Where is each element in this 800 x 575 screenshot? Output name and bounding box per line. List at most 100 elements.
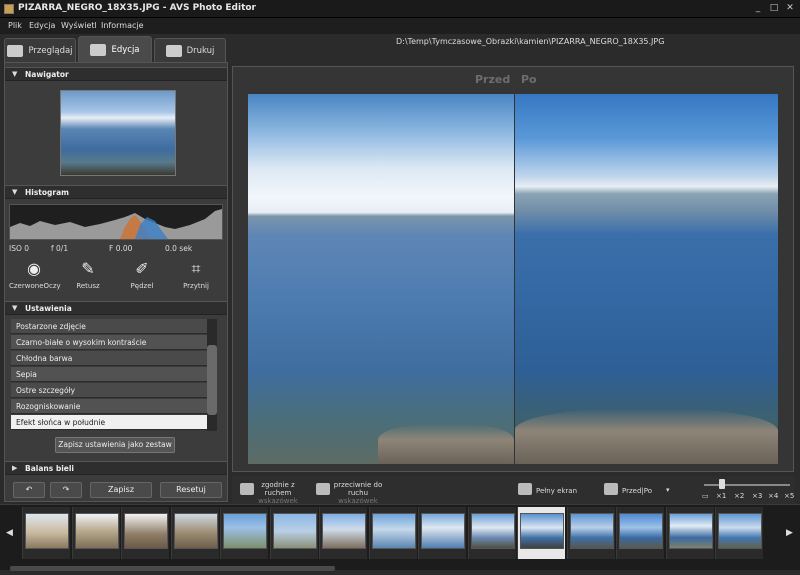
list-item[interactable]: Czarno-białe o wysokim kontraście	[11, 335, 207, 350]
histogram-graph	[9, 204, 223, 240]
rotate-cw-icon[interactable]	[240, 483, 254, 495]
tool-brush[interactable]: ✐ Pędzel	[117, 259, 167, 290]
redo-icon: ↷	[62, 485, 70, 494]
print-icon	[165, 44, 182, 57]
filmstrip-thumbnail[interactable]	[619, 513, 663, 549]
filmstrip-thumbnail[interactable]	[569, 513, 614, 549]
undo-button[interactable]: ↶	[13, 482, 45, 498]
navigator-title: Nawigator	[25, 70, 69, 79]
histogram-header[interactable]: ▼ Histogram	[5, 185, 227, 199]
settings-scrollbar-thumb[interactable]	[207, 345, 217, 415]
edit-icon	[90, 43, 107, 56]
mode-tabs: Przeglądaj Edycja Drukuj	[4, 36, 228, 62]
filmstrip-thumbnail[interactable]	[668, 513, 713, 549]
zoom-x3[interactable]: ×3	[752, 492, 762, 500]
minimize-button[interactable]: _	[752, 3, 764, 14]
f-value: F 0.00	[109, 244, 133, 253]
reset-button[interactable]: Resetuj	[160, 482, 222, 498]
rotate-ccw-icon[interactable]	[316, 483, 330, 495]
filmstrip-thumbnail[interactable]	[272, 513, 317, 549]
collapse-icon: ▼	[12, 188, 18, 196]
expand-icon: ▶	[12, 464, 18, 472]
navigator-header[interactable]: ▼ Nawigator	[5, 67, 227, 81]
tool-red-eye[interactable]: ◉ CzerwoneOczy	[9, 259, 61, 290]
list-item-selected[interactable]: Efekt słońca w południe	[11, 415, 207, 430]
filmstrip-thumbnail[interactable]	[520, 513, 564, 549]
navigator-thumbnail[interactable]	[60, 90, 176, 176]
rocks	[378, 424, 514, 464]
menu-informacje[interactable]: Informacje	[101, 21, 144, 30]
fullscreen-icon[interactable]	[518, 483, 532, 495]
rotate-ccw-button[interactable]: przeciwnie do ruchu wskazówek	[330, 481, 386, 505]
white-balance-title: Balans bieli	[25, 464, 74, 473]
filmstrip-thumbnail[interactable]	[25, 513, 69, 549]
chevron-down-icon[interactable]: ▾	[666, 486, 670, 494]
list-item[interactable]: Rozogniskowanie	[11, 399, 207, 414]
menu-bar: Plik Edycja Wyświetl Informacje	[0, 18, 800, 34]
list-item[interactable]: Chłodna barwa	[11, 351, 207, 366]
compare-icon[interactable]	[604, 483, 618, 495]
before-label: Przed	[475, 73, 511, 86]
filmstrip-thumbnail[interactable]	[223, 513, 267, 549]
aperture-value: f 0/1	[51, 244, 69, 253]
retouch-icon: ✎	[81, 259, 95, 278]
tool-crop[interactable]: ⌗ Przytnij	[171, 259, 221, 290]
rotate-cw-label: ruchem	[264, 489, 292, 497]
filmstrip-scrollbar[interactable]	[10, 566, 335, 571]
filmstrip-thumbnail[interactable]	[421, 513, 465, 549]
zoom-x5[interactable]: ×5	[784, 492, 794, 500]
zoom-x2[interactable]: ×2	[734, 492, 744, 500]
zoom-slider[interactable]	[704, 484, 790, 486]
after-image	[514, 94, 778, 464]
histogram-title: Histogram	[25, 188, 69, 197]
list-item[interactable]: Sepia	[11, 367, 207, 382]
filmstrip-thumbnail[interactable]	[718, 513, 762, 549]
compare-mode-button[interactable]: Przed|Po	[622, 487, 652, 495]
filmstrip-next-icon[interactable]: ▶	[786, 528, 793, 538]
settings-header[interactable]: ▼ Ustawienia	[5, 301, 227, 315]
maximize-button[interactable]: □	[768, 3, 780, 14]
tab-browse[interactable]: Przeglądaj	[4, 38, 76, 62]
before-image	[248, 94, 514, 464]
title-bar: PIZARRA_NEGRO_18X35.JPG - AVS Photo Edit…	[0, 0, 800, 18]
list-item[interactable]: Ostre szczegóły	[11, 383, 207, 398]
tab-edit-label: Edycja	[111, 44, 140, 55]
filmstrip-thumbnail[interactable]	[322, 513, 366, 549]
list-item[interactable]: Postarzone zdjęcie	[11, 319, 207, 334]
filmstrip-thumbnail[interactable]	[470, 513, 515, 549]
rotate-ccw-label: ruchu	[347, 489, 369, 497]
zoom-x4[interactable]: ×4	[768, 492, 778, 500]
tab-print[interactable]: Drukuj	[154, 38, 226, 62]
filmstrip-thumbnail[interactable]	[371, 513, 416, 549]
compare-divider[interactable]	[514, 94, 515, 464]
left-panel: ▼ Nawigator ▼ Histogram ISO 0 f 0/1 F 0.…	[4, 62, 228, 502]
white-balance-header[interactable]: ▶ Balans bieli	[5, 461, 227, 475]
brush-icon: ✐	[135, 259, 149, 278]
menu-wyswietl[interactable]: Wyświetl	[61, 21, 97, 30]
tool-label: Retusz	[76, 282, 100, 290]
browse-icon	[7, 44, 24, 57]
undo-icon: ↶	[25, 485, 33, 494]
rotate-cw-button[interactable]: zgodnie z ruchem wskazówek	[256, 481, 300, 505]
zoom-x1[interactable]: ×1	[716, 492, 726, 500]
redo-button[interactable]: ↷	[50, 482, 82, 498]
save-preset-button[interactable]: Zapisz ustawienia jako zestaw	[55, 437, 175, 453]
tool-retouch[interactable]: ✎ Retusz	[63, 259, 113, 290]
app-icon	[4, 4, 14, 14]
save-button[interactable]: Zapisz	[90, 482, 152, 498]
tab-edit[interactable]: Edycja	[78, 36, 152, 62]
tool-label: Pędzel	[130, 282, 154, 290]
menu-edycja[interactable]: Edycja	[29, 21, 55, 30]
collapse-icon: ▼	[12, 304, 18, 312]
filmstrip-thumbnail[interactable]	[173, 513, 218, 549]
close-button[interactable]: ✕	[784, 3, 796, 14]
fullscreen-button[interactable]: Pełny ekran	[536, 487, 577, 495]
filmstrip-prev-icon[interactable]: ◀	[6, 528, 13, 538]
filmstrip-thumbnail[interactable]	[124, 513, 168, 549]
menu-plik[interactable]: Plik	[8, 21, 22, 30]
zoom-slider-handle[interactable]	[719, 479, 725, 489]
photo-canvas[interactable]	[248, 94, 778, 464]
file-path: D:\Temp\Tymczasowe_Obrazki\kamien\PIZARR…	[396, 37, 665, 46]
filmstrip-thumbnail[interactable]	[74, 513, 119, 549]
fit-icon[interactable]: ▭	[702, 492, 709, 500]
